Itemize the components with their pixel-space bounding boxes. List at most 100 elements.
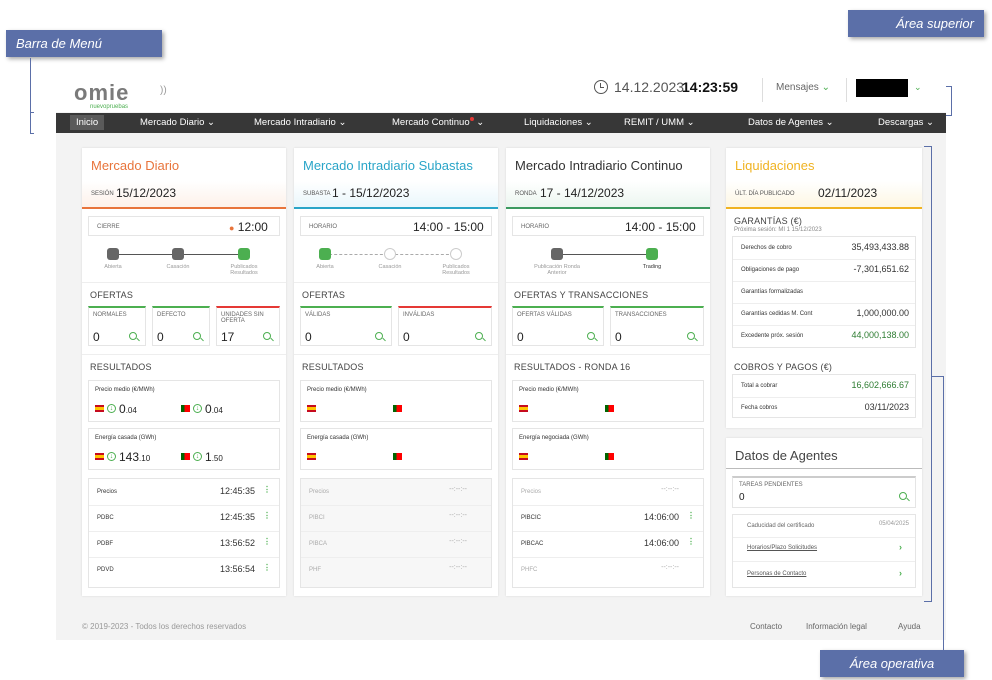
operative-area-pointer [932,376,944,650]
more-icon[interactable]: ⋮ [687,511,695,520]
card-datos-agentes: Datos de Agentes TAREAS PENDIENTES 0 Cad… [726,438,922,596]
portugal-flag-icon [393,453,402,460]
more-icon[interactable]: ⋮ [263,485,271,494]
card-liquidaciones: Liquidaciones ÚLT. DÍA PUBLICADO 02/11/2… [726,148,922,428]
search-icon[interactable] [687,332,695,340]
energy-pt: 1 [205,450,212,464]
session-value: 15/12/2023 [116,186,177,200]
spain-flag-icon [307,453,316,460]
top-area-bracket [946,86,952,116]
price-pt: 0 [205,402,212,416]
more-icon[interactable]: ⋮ [263,511,271,520]
agent-links: Caducidad del certificado 05/04/2025 Hora… [732,514,916,588]
clock-icon [594,80,608,94]
offers-defecto[interactable]: DEFECTO 0 [152,306,210,346]
price-box: Precio medio (€/MWh) [300,380,492,422]
nav-remit-umm[interactable]: REMIT / UMM ⌄ [624,117,695,128]
offers-validas[interactable]: VÁLIDAS 0 [300,306,392,346]
rss-icon[interactable]: )) [160,85,167,96]
energy-box: Energía negociada (GWh) [512,428,704,470]
spain-flag-icon [307,405,316,412]
session-value: 02/11/2023 [818,186,878,200]
search-icon[interactable] [263,332,271,340]
top-bar: omie nuevopruebas )) 14.12.2023 14:23:59… [56,70,946,112]
portugal-flag-icon [605,453,614,460]
current-time: 14:23:59 [682,79,739,95]
nav-mercado-continuo[interactable]: Mercado Continuo ⌄ [392,117,484,128]
close-box: CIERRE ● 12:00 [88,216,280,236]
close-time: ● 12:00 [229,220,268,234]
search-icon[interactable] [193,332,201,340]
nav-mercado-intradiario[interactable]: Mercado Intradiario ⌄ [254,117,346,128]
nav-liquidaciones[interactable]: Liquidaciones ⌄ [524,117,593,128]
card-title[interactable]: Mercado Intradiario Continuo [515,158,683,173]
copyright: © 2019-2023 - Todos los derechos reserva… [82,622,247,631]
step-publicacion [551,248,563,260]
price-box: Precio medio (€/MWh) [512,380,704,422]
search-icon[interactable] [587,332,595,340]
spain-flag-icon [519,405,528,412]
more-icon[interactable]: ⋮ [263,563,271,572]
link-informacion-legal[interactable]: Información legal [806,622,867,631]
price-es: 0 [119,402,126,416]
offers-transacciones[interactable]: TRANSACCIONES 0 [610,306,704,346]
nav-datos-agentes[interactable]: Datos de Agentes ⌄ [748,117,834,128]
schedule-box: HORARIO 14:00 - 15:00 [512,216,704,236]
schedule-box: HORARIO 14:00 - 15:00 [300,216,492,236]
link-horarios[interactable]: Horarios/Plazo Solicitudes [747,545,817,551]
menu-bar-bracket [30,112,34,134]
pending-tasks[interactable]: TAREAS PENDIENTES 0 [732,476,916,508]
search-icon[interactable] [475,332,483,340]
card-title[interactable]: Datos de Agentes [735,448,838,463]
notification-dot [469,117,474,121]
step-abierta [319,248,331,260]
annotation-operative-area: Área operativa [820,650,964,677]
user-menu[interactable] [856,79,908,97]
chevron-right-icon[interactable]: › [899,542,902,552]
more-icon[interactable]: ⋮ [263,537,271,546]
more-icon[interactable]: ⋮ [687,537,695,546]
schedule-value: 14:00 - 15:00 [413,220,484,234]
step-publicados [238,248,250,260]
annotation-top-area: Área superior [848,10,984,37]
portugal-flag-icon [393,405,402,412]
nav-mercado-diario[interactable]: Mercado Diario ⌄ [140,117,215,128]
files-list: Precios 12:45:35 ⋮ PDBC 12:45:35 ⋮ PDBF 13:56… [88,478,280,588]
session-row: RONDA 17 - 14/12/2023 [506,181,710,209]
schedule-value: 14:00 - 15:00 [625,220,696,234]
energy-es: 143 [119,450,140,464]
card-title[interactable]: Mercado Intradiario Subastas [303,158,473,173]
energy-box: Energía casada (GWh) [300,428,492,470]
step-casacion [384,248,396,260]
nav-inicio[interactable]: Inicio [70,115,105,130]
spain-flag-icon [95,405,104,412]
link-personas-contacto[interactable]: Personas de Contacto [747,571,806,577]
omie-logo[interactable]: omie [74,80,129,106]
card-title[interactable]: Mercado Diario [91,158,179,173]
annotation-menu-bar: Barra de Menú [6,30,162,57]
chevron-down-icon[interactable]: ⌄ [914,82,922,93]
link-ayuda[interactable]: Ayuda [898,622,921,631]
step-publicados [450,248,462,260]
offers-unidades-sin-oferta[interactable]: UNIDADES SIN OFERTA 17 [216,306,280,346]
search-icon[interactable] [375,332,383,340]
session-row: ÚLT. DÍA PUBLICADO 02/11/2023 [726,181,922,209]
files-list: Precios --:--:-- PIBCI --:--:-- PIBCA --:--… [300,478,492,588]
nav-descargas[interactable]: Descargas ⌄ [878,117,934,128]
link-contacto[interactable]: Contacto [750,622,782,631]
chevron-right-icon[interactable]: › [899,568,902,578]
omie-page: omie nuevopruebas )) 14.12.2023 14:23:59… [56,70,946,640]
messages-menu[interactable]: Mensajes ⌄ [776,82,830,93]
step-abierta [107,248,119,260]
card-title[interactable]: Liquidaciones [735,158,815,173]
step-trading [646,248,658,260]
offers-invalidas[interactable]: INVÁLIDAS 0 [398,306,492,346]
search-icon[interactable] [899,492,907,500]
divider [846,78,847,102]
payments-box: Total a cobrar 16,602,666.67 Fecha cobros… [732,374,916,418]
search-icon[interactable] [129,332,137,340]
offers-normales[interactable]: NORMALES 0 [88,306,146,346]
session-value: 1 - 15/12/2023 [332,186,410,200]
current-date: 14.12.2023 [614,79,685,95]
offers-validas[interactable]: OFERTAS VÁLIDAS 0 [512,306,604,346]
